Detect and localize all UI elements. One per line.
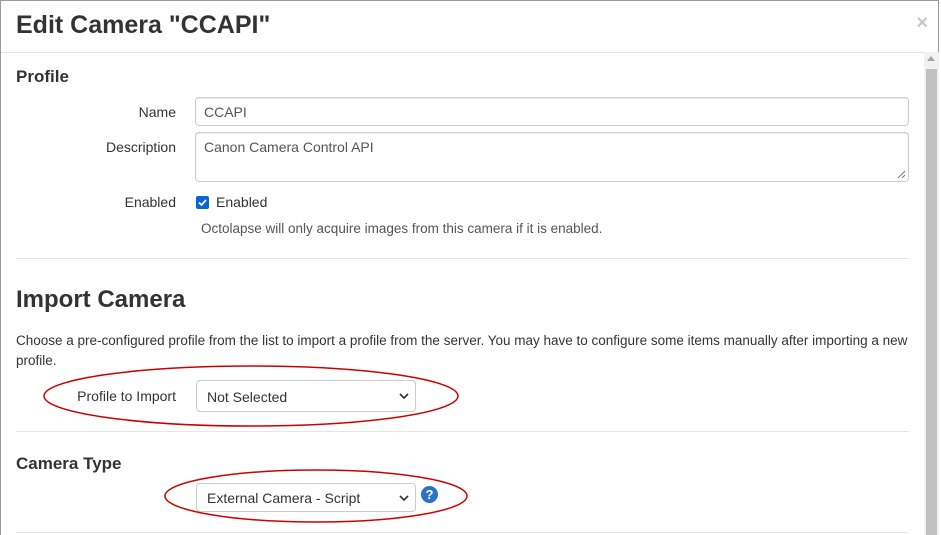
description-label: Description [105,139,176,155]
camera-type-value: External Camera - Script [207,490,361,506]
description-textarea-value: Canon Camera Control API [204,139,374,155]
profile-to-import-value: Not Selected [207,389,288,405]
description-textarea[interactable]: Canon Camera Control API [195,132,909,182]
modal-title: Edit Camera "CCAPI" [16,11,271,39]
profile-to-import-select[interactable]: Not Selected [196,380,416,412]
import-camera-heading: Import Camera [16,286,186,313]
divider [16,258,909,259]
chevron-down-icon [399,495,409,501]
name-label: Name [138,104,176,120]
enabled-help-text: Octolapse will only acquire images from … [201,221,603,236]
close-icon[interactable]: × [916,13,928,33]
divider [16,532,909,533]
checkmark-icon [198,199,207,207]
enabled-checkbox-label[interactable]: Enabled [216,194,267,210]
divider [16,431,909,432]
resize-grip-icon[interactable] [897,170,906,179]
vertical-scrollbar[interactable] [924,52,939,535]
scroll-up-arrow-icon[interactable] [927,56,935,61]
camera-type-heading: Camera Type [16,454,122,473]
enabled-checkbox[interactable] [196,196,209,209]
scrollbar-thumb[interactable] [926,69,937,535]
chevron-down-icon [399,393,409,399]
import-camera-description: Choose a pre-configured profile from the… [16,333,908,368]
profile-heading: Profile [16,67,69,86]
name-input-value: CCAPI [204,104,247,120]
name-input[interactable]: CCAPI [195,97,909,126]
profile-to-import-label: Profile to Import [77,388,176,404]
camera-type-select[interactable]: External Camera - Script [196,483,416,512]
modal-body: Profile Name CCAPI Description Canon Cam… [0,52,924,535]
enabled-label: Enabled [124,194,176,210]
question-circle-icon[interactable]: ? [421,486,438,503]
modal-header: Edit Camera "CCAPI" × [1,1,940,53]
